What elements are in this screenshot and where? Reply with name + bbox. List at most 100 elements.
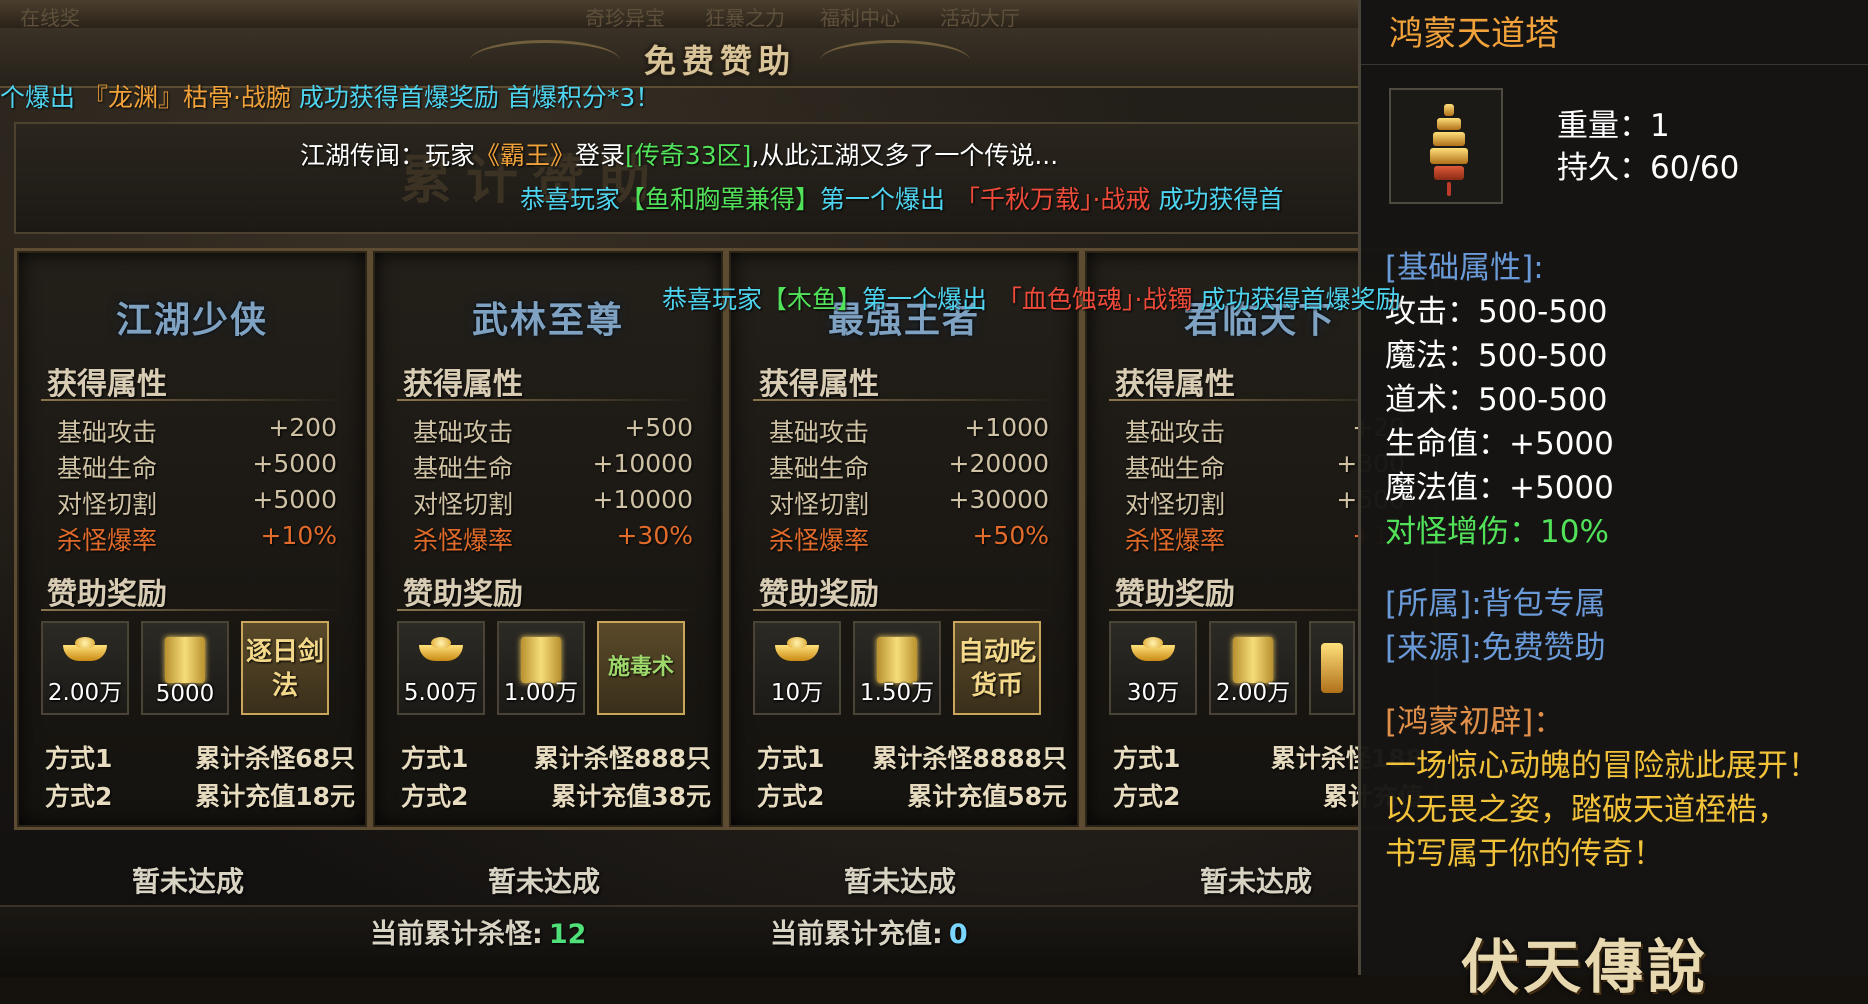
durability-label: 持久： [1557,150,1650,186]
top-menu-item[interactable]: 狂暴之力 [705,2,785,28]
stat-line: 生命值：+5000 [1385,426,1614,462]
skill-name: 施毒术 [607,655,674,680]
top-menu-item[interactable]: 福利中心 [820,2,900,28]
dragon-wing-right-icon [820,40,970,81]
tier-status-button[interactable]: 暂未达成 [780,860,1020,900]
item-icon-slot [1389,88,1503,204]
broadcast-server-name: [传奇33区] [625,141,752,170]
attr-value: +1000 [964,413,1049,442]
section-divider [41,609,341,611]
attr-name: 对怪切割 [57,490,158,519]
top-menu-item[interactable]: 活动大厅 [940,2,1020,28]
broadcast-text: 恭喜玩家 [662,285,763,314]
stat-line: 攻击：500-500 [1385,294,1608,330]
kills-label: 当前累计杀怪: [370,919,543,950]
skill-name: 自动吃货币 [957,637,1036,701]
broadcast-text: 成功获得首爆奖励 首爆积分*3！ [298,83,661,112]
attr-row: 基础攻击 +1000 [769,413,1049,447]
attr-name: 杀怪爆率 [57,526,158,555]
broadcast-text: 江湖传闻：玩家 [300,141,476,170]
reward-slot-gold-ingot[interactable]: 5.00万 [397,621,485,715]
gold-ingot-icon [1131,637,1175,661]
item-name: 鸿蒙天道塔 [1389,14,1559,54]
unlock-method-2: 方式2 累计充值18元 [45,777,355,813]
reward-slot-scroll[interactable]: 5000 [141,621,229,715]
attr-row: 基础生命 +10000 [413,449,693,483]
tooltip-divider [1361,64,1868,65]
rewards-heading: 赞助奖励 [1115,577,1235,612]
attr-value: +30000 [948,485,1049,514]
attr-name: 杀怪爆率 [769,526,870,555]
reward-qty: 5000 [155,681,215,707]
reward-slot-gold-ingot[interactable]: 10万 [753,621,841,715]
attrs-heading: 获得属性 [403,367,523,402]
weight-value: 1 [1650,108,1670,144]
stat-line-bonus: 对怪增伤：10% [1385,514,1609,550]
attrs-heading: 获得属性 [1115,367,1235,402]
tier-status-button[interactable]: 暂未达成 [1136,860,1376,900]
attr-value: +10000 [592,449,693,478]
reward-qty: 5.00万 [403,680,479,706]
attr-name: 基础攻击 [413,418,514,447]
section-divider [753,609,1053,611]
attr-value: +10% [260,521,337,550]
broadcast-line-4: 恭喜玩家【木鱼】第一个爆出 「血色蚀魂」·战镯 成功获得首爆奖励 [662,280,1401,316]
reward-slot-gold-ingot[interactable]: 30万 [1109,621,1197,715]
attr-name: 基础攻击 [57,418,158,447]
reward-slot-scroll[interactable]: 1.00万 [497,621,585,715]
attr-name: 基础生命 [413,454,514,483]
method-label: 方式2 [757,782,825,811]
stat-line: 魔法值：+5000 [1385,470,1614,506]
reward-slot-gold-ingot[interactable]: 2.00万 [41,621,129,715]
rewards-heading: 赞助奖励 [759,577,879,612]
method-label: 方式2 [401,782,469,811]
attr-row: 基础生命 +5000 [57,449,337,483]
broadcast-text: ,从此江湖又多了一个传说... [751,141,1059,170]
section-divider [41,399,341,401]
attr-row: 基础攻击 +500 [413,413,693,447]
attr-name: 基础生命 [769,454,870,483]
attr-row: 对怪切割 +10000 [413,485,693,519]
method-requirement: 累计充值18元 [195,782,355,811]
reward-slot-skill[interactable]: 逐日剑法 [241,621,329,715]
broadcast-text: 成功获得首爆奖励 [1200,285,1401,314]
tier-status-button[interactable]: 暂未达成 [424,860,664,900]
tier-status-button[interactable]: 暂未达成 [68,860,308,900]
attr-name: 基础攻击 [1125,418,1226,447]
method-requirement: 累计杀怪8888只 [872,744,1067,773]
reward-slot-scroll[interactable]: 1.50万 [853,621,941,715]
section-divider [397,609,697,611]
reward-slots: 10万 1.50万 自动吃货币 [753,621,1063,719]
reward-slot-skill[interactable]: 施毒术 [597,621,685,715]
reward-qty: 1.50万 [859,680,935,706]
reward-slot-skill[interactable]: 自动吃货币 [953,621,1041,715]
attr-value: +5000 [252,449,337,478]
recharge-value: 0 [948,919,968,950]
attr-value: +30% [616,521,693,550]
item-weight: 重量：1 [1557,100,1670,145]
broadcast-text: 第一个爆出 [862,285,988,314]
rewards-heading: 赞助奖励 [403,577,523,612]
method-requirement: 累计杀怪888只 [533,744,711,773]
top-menu-item[interactable]: 在线奖 [20,2,80,28]
attr-row: 基础攻击 +200 [57,413,337,447]
attr-name: 杀怪爆率 [413,526,514,555]
method-label: 方式1 [45,744,113,773]
tier-card[interactable]: 最强王者 获得属性 基础攻击 +1000 基础生命 +20000 对怪切割 +30000 杀怪爆… [726,248,1082,830]
top-menu-item[interactable]: 奇珍异宝 [585,2,665,28]
reward-slot-scroll[interactable]: 2.00万 [1209,621,1297,715]
broadcast-line-2: 江湖传闻：玩家《霸王》登录[传奇33区],从此江湖又多了一个传说... [300,136,1058,172]
method-label: 方式1 [401,744,469,773]
attr-name: 基础攻击 [769,418,870,447]
stat-line: 道术：500-500 [1385,382,1608,418]
method-label: 方式1 [757,744,825,773]
tier-card[interactable]: 武林至尊 获得属性 基础攻击 +500 基础生命 +10000 对怪切割 +10000 杀怪爆率… [370,248,726,830]
broadcast-player-name: 《霸王》 [475,141,576,170]
reward-slot-tower[interactable] [1309,621,1355,715]
attrs-heading: 获得属性 [759,367,879,402]
broadcast-text: 成功获得首 [1158,185,1284,214]
top-menu-strip: 在线奖 奇珍异宝 狂暴之力 福利中心 活动大厅 [0,0,1360,28]
unlock-method-2: 方式2 累计充值38元 [401,777,711,813]
broadcast-item-name: 「血色蚀魂」·战镯 [997,285,1193,314]
tier-card[interactable]: 江湖少侠 获得属性 基础攻击 +200 基础生命 +5000 对怪切割 +5000 杀怪爆率 +1… [14,248,370,830]
